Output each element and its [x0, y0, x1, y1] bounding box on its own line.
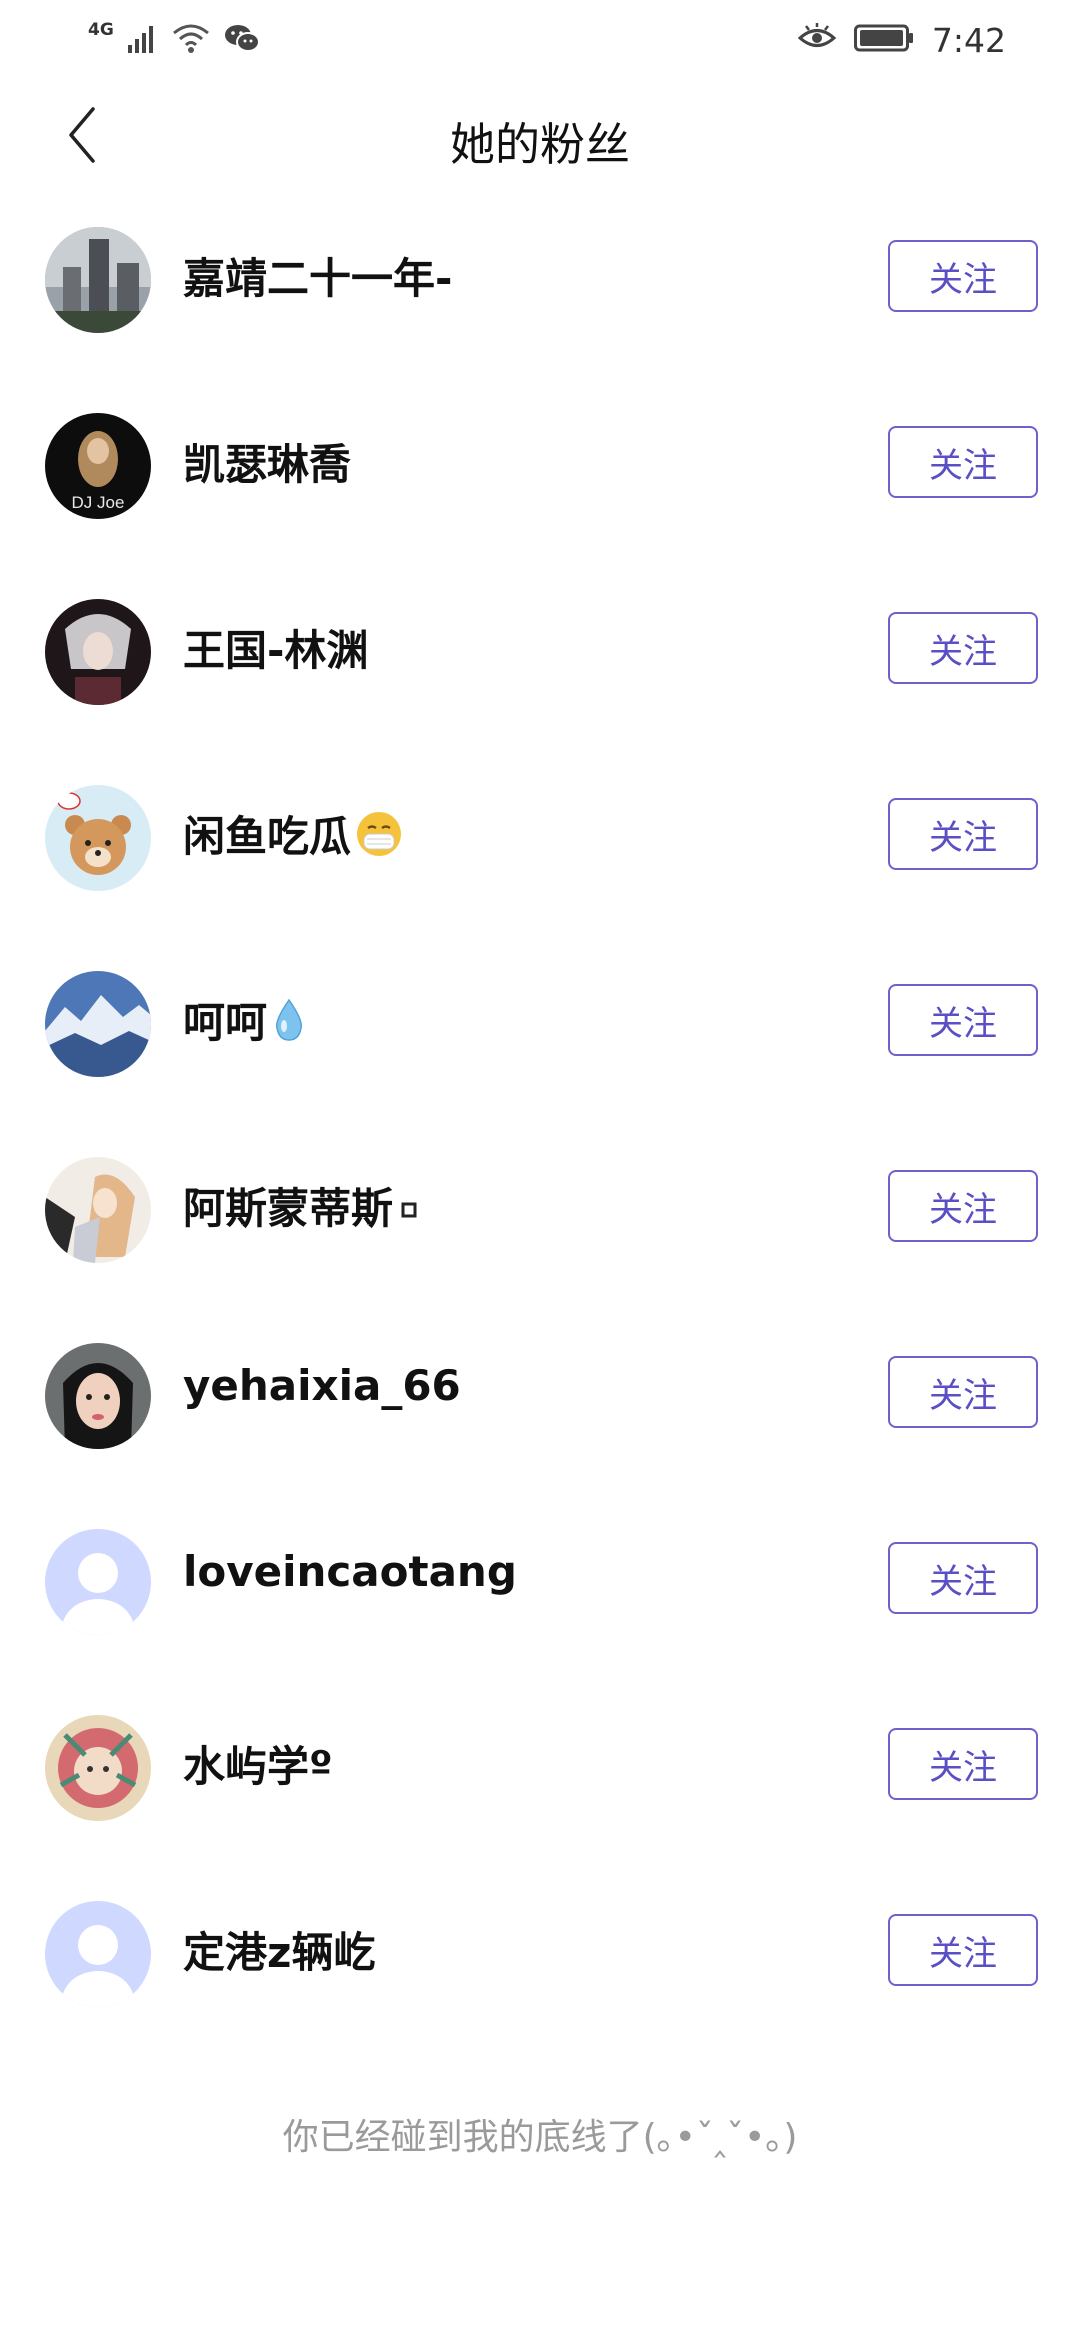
list-item[interactable]: 水屿学º 关注: [0, 1678, 1080, 1864]
follow-button[interactable]: 关注: [888, 798, 1038, 870]
follow-button[interactable]: 关注: [888, 240, 1038, 312]
eye-icon: [797, 23, 837, 57]
wechat-icon: [224, 23, 260, 57]
list-item[interactable]: 嘉靖二十一年- 关注: [0, 190, 1080, 376]
svg-text:DJ Joe: DJ Joe: [72, 493, 125, 512]
default-avatar-icon: [45, 1529, 151, 1635]
signal-icon: [127, 23, 158, 57]
avatar[interactable]: [45, 785, 151, 891]
username-text: 闲鱼吃瓜: [183, 812, 352, 861]
username-text: 水屿学º: [183, 1742, 333, 1791]
follow-button[interactable]: 关注: [888, 1542, 1038, 1614]
username-text: yehaixia_66: [183, 1361, 461, 1410]
follow-button[interactable]: 关注: [888, 1356, 1038, 1428]
page-title: 她的粉丝: [449, 118, 630, 171]
nav-bar: 她的粉丝: [0, 80, 1080, 190]
list-item[interactable]: 呵呵 关注: [0, 934, 1080, 1120]
end-of-list-text: 你已经碰到我的底线了(｡•ˇ‸ˇ•｡): [282, 2117, 798, 2158]
avatar[interactable]: [45, 227, 151, 333]
username: loveincaotang: [183, 1547, 517, 1596]
username: 嘉靖二十一年-: [183, 245, 452, 306]
username-text: 阿斯蒙蒂斯: [183, 1184, 394, 1233]
avatar[interactable]: [45, 971, 151, 1077]
avatar[interactable]: [45, 599, 151, 705]
avatar[interactable]: DJ Joe: [45, 413, 151, 519]
username-text: 呵呵: [183, 998, 268, 1047]
follow-button[interactable]: 关注: [888, 426, 1038, 498]
droplet-emoji-icon: [276, 998, 303, 1041]
username: 凯瑟琳喬: [183, 431, 351, 492]
list-item[interactable]: 闲鱼吃瓜 关注: [0, 748, 1080, 934]
list-item[interactable]: 定港z辆屹 关注: [0, 1864, 1080, 2050]
follow-button[interactable]: 关注: [888, 612, 1038, 684]
list-item[interactable]: DJ Joe 凯瑟琳喬 关注: [0, 376, 1080, 562]
follow-button[interactable]: 关注: [888, 1170, 1038, 1242]
username: 水屿学º: [183, 1733, 333, 1794]
battery-icon: [853, 23, 914, 57]
username-text: 定港z辆屹: [183, 1928, 376, 1977]
follow-button[interactable]: 关注: [888, 984, 1038, 1056]
small-square-icon: [401, 1202, 417, 1217]
username: 阿斯蒙蒂斯: [183, 1175, 421, 1236]
clock: 7:42: [931, 20, 1006, 60]
default-avatar-icon: [45, 1901, 151, 2007]
list-item[interactable]: 王国-林渊 关注: [0, 562, 1080, 748]
username-text: loveincaotang: [183, 1547, 517, 1596]
wifi-icon: [172, 23, 210, 57]
avatar[interactable]: [45, 1901, 151, 2007]
follower-list: 嘉靖二十一年- 关注 DJ Joe 凯瑟琳喬 关注 王国-林渊 关注 闲鱼吃瓜 …: [0, 190, 1080, 2050]
status-bar: 4G 7:42: [0, 0, 1080, 80]
username: 呵呵: [183, 989, 307, 1050]
username: yehaixia_66: [183, 1361, 461, 1410]
username-text: 嘉靖二十一年-: [183, 254, 453, 303]
list-item[interactable]: 阿斯蒙蒂斯 关注: [0, 1120, 1080, 1306]
network-type: 4G: [88, 20, 114, 40]
follow-button[interactable]: 关注: [888, 1728, 1038, 1800]
list-item[interactable]: yehaixia_66 关注: [0, 1306, 1080, 1492]
follow-button[interactable]: 关注: [888, 1914, 1038, 1986]
username-text: 凯瑟琳喬: [183, 440, 352, 489]
avatar[interactable]: [45, 1343, 151, 1449]
username-text: 王国-林渊: [183, 626, 369, 675]
username: 定港z辆屹: [183, 1919, 375, 1980]
avatar[interactable]: [45, 1715, 151, 1821]
avatar[interactable]: [45, 1157, 151, 1263]
mask-face-emoji-icon: [357, 811, 402, 856]
avatar[interactable]: [45, 1529, 151, 1635]
list-item[interactable]: loveincaotang 关注: [0, 1492, 1080, 1678]
username: 闲鱼吃瓜: [183, 803, 403, 864]
username: 王国-林渊: [183, 617, 368, 678]
